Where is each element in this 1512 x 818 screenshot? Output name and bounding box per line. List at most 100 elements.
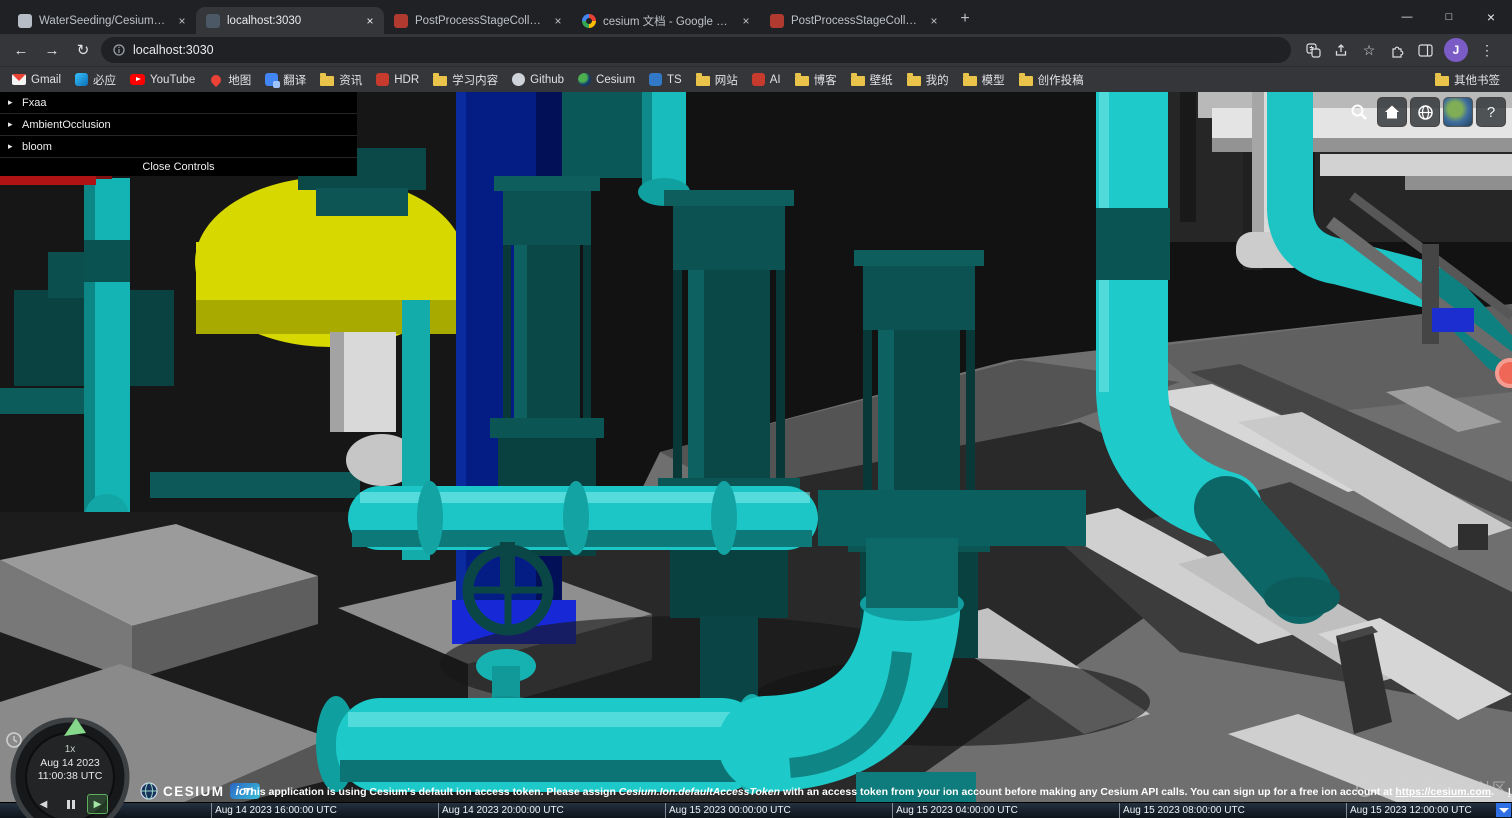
- site-info-icon[interactable]: [113, 44, 125, 56]
- bookmark-ts[interactable]: TS: [649, 73, 682, 86]
- bookmark-label: 我的: [925, 74, 949, 87]
- other-bookmarks[interactable]: 其他书签: [1435, 72, 1500, 88]
- folder-icon: [906, 73, 921, 86]
- cesium-canvas[interactable]: [0, 92, 1512, 818]
- bookmark-label: 学习内容: [452, 74, 499, 87]
- menu-icon[interactable]: ⋮: [1478, 41, 1496, 59]
- pause-button[interactable]: [60, 794, 81, 814]
- animation-widget: 1x Aug 14 2023 11:00:38 UTC ◀ ▶: [2, 714, 152, 818]
- browser-toolbar: ← → ↻ localhost:3030 ☆ J ⋮: [0, 34, 1512, 66]
- youtube-icon: [130, 74, 146, 85]
- tab-close-icon[interactable]: ×: [174, 13, 190, 29]
- minimize-button[interactable]: —: [1386, 0, 1428, 34]
- bookmark-label: TS: [667, 73, 682, 86]
- bing-icon: [75, 73, 89, 86]
- tab-waterseeding[interactable]: WaterSeeding/CesiumPostPro ×: [8, 7, 196, 34]
- credit-text: This application is using Cesium's defau…: [244, 786, 619, 798]
- globe-icon: [1417, 104, 1433, 120]
- cesium-docs-favicon: [394, 13, 408, 28]
- navigation-help-button[interactable]: ?: [1476, 97, 1506, 127]
- folder-icon: [1018, 73, 1033, 86]
- timeline-bar[interactable]: Aug 14 2023 16:00:00 UTC Aug 14 2023 20:…: [0, 802, 1512, 818]
- cesium-ion-logo[interactable]: CESIUM ion: [140, 782, 260, 800]
- credit-message: This application is using Cesium's defau…: [244, 786, 1510, 798]
- gui-panel: ▸ Fxaa ▸ AmbientOcclusion ▸ bloom Close …: [0, 92, 357, 176]
- tab-localhost[interactable]: localhost:3030 ×: [196, 7, 384, 34]
- bookmark-models-folder[interactable]: 模型: [962, 72, 1005, 88]
- bookmark-wallpaper-folder[interactable]: 壁纸: [850, 72, 893, 88]
- bookmark-news-folder[interactable]: 资讯: [320, 72, 362, 88]
- animation-buttons: ◀ ▶: [33, 794, 108, 814]
- google-favicon: [582, 13, 596, 28]
- maximize-button[interactable]: □: [1428, 0, 1470, 34]
- tab-postprocess-1[interactable]: PostProcessStageCollection - ×: [384, 7, 572, 34]
- bookmark-label: 必应: [93, 74, 117, 87]
- timeline-corner-button[interactable]: [1496, 803, 1511, 817]
- cesium-toolbar: ?: [1344, 97, 1506, 127]
- github-icon: [512, 73, 526, 86]
- back-button[interactable]: ←: [8, 37, 34, 63]
- bookmark-hdr[interactable]: HDR: [376, 73, 419, 86]
- reload-button[interactable]: ↻: [70, 37, 96, 63]
- bookmark-cesium[interactable]: Cesium: [578, 73, 635, 86]
- close-button[interactable]: ×: [1470, 0, 1512, 34]
- tab-close-icon[interactable]: ×: [738, 13, 754, 29]
- cesium-com-link[interactable]: https://cesium.com: [1395, 786, 1491, 798]
- home-button[interactable]: [1377, 97, 1407, 127]
- share-icon[interactable]: [1332, 41, 1350, 59]
- folder-icon: [1435, 73, 1449, 86]
- gui-folder-fxaa[interactable]: ▸ Fxaa: [0, 92, 357, 114]
- window-controls: — □ ×: [1386, 0, 1512, 34]
- ai-icon: [751, 73, 765, 86]
- bookmark-ai[interactable]: AI: [751, 73, 781, 86]
- bookmark-mine-folder[interactable]: 我的: [906, 72, 949, 88]
- scene-mode-button[interactable]: [1410, 97, 1440, 127]
- play-forward-button[interactable]: ▶: [87, 794, 108, 814]
- bookmark-blog-folder[interactable]: 博客: [794, 72, 837, 88]
- cesium-wordmark: CESIUM: [163, 783, 225, 799]
- tab-close-icon[interactable]: ×: [926, 13, 942, 29]
- search-icon: [1351, 104, 1367, 120]
- github-favicon: [18, 13, 32, 28]
- tab-postprocess-2[interactable]: PostProcessStageCollection - ×: [760, 7, 948, 34]
- folder-icon: [962, 73, 977, 86]
- credit-text: .: [1491, 786, 1495, 798]
- bookmark-youtube[interactable]: YouTube: [130, 74, 195, 86]
- bookmark-star-icon[interactable]: ☆: [1360, 41, 1378, 59]
- bookmark-study-folder[interactable]: 学习内容: [433, 72, 498, 88]
- side-panel-icon[interactable]: [1416, 41, 1434, 59]
- cesium-viewport: ▸ Fxaa ▸ AmbientOcclusion ▸ bloom Close …: [0, 92, 1512, 818]
- tab-close-icon[interactable]: ×: [550, 13, 566, 29]
- clock-date: Aug 14 2023: [40, 757, 100, 769]
- translate-icon[interactable]: [1304, 41, 1322, 59]
- bookmark-github[interactable]: Github: [512, 73, 564, 86]
- tab-close-icon[interactable]: ×: [362, 13, 378, 29]
- bookmark-website-folder[interactable]: 网站: [695, 72, 738, 88]
- bookmarks-bar: Gmail 必应 YouTube 地图 翻译 资讯 HDR 学习内容 Githu…: [0, 66, 1512, 92]
- forward-button[interactable]: →: [39, 37, 65, 63]
- profile-avatar[interactable]: J: [1444, 38, 1468, 62]
- bookmark-label: 网站: [714, 74, 738, 87]
- base-layer-picker-button[interactable]: [1443, 97, 1473, 127]
- bookmark-maps[interactable]: 地图: [209, 72, 251, 88]
- gui-folder-ambientocclusion[interactable]: ▸ AmbientOcclusion: [0, 114, 357, 136]
- folder-icon: [320, 73, 335, 86]
- bookmark-translate[interactable]: 翻译: [265, 72, 306, 88]
- gui-folder-label: Fxaa: [22, 96, 47, 109]
- play-reverse-button[interactable]: ◀: [33, 794, 54, 814]
- bookmark-creation-folder[interactable]: 创作投稿: [1018, 72, 1084, 88]
- tab-google-search[interactable]: cesium 文档 - Google 搜索 ×: [572, 7, 760, 34]
- gui-folder-label: AmbientOcclusion: [22, 118, 111, 131]
- new-tab-button[interactable]: +: [952, 6, 978, 32]
- extensions-icon[interactable]: [1388, 41, 1406, 59]
- gui-folder-bloom[interactable]: ▸ bloom: [0, 136, 357, 158]
- folder-icon: [433, 73, 448, 86]
- tab-label: cesium 文档 - Google 搜索: [603, 15, 731, 28]
- bookmark-gmail[interactable]: Gmail: [12, 74, 61, 86]
- data-attribution-link[interactable]: Data attribution: [1508, 786, 1510, 798]
- address-bar[interactable]: localhost:3030: [101, 37, 1291, 63]
- gui-close-controls-button[interactable]: Close Controls: [0, 158, 357, 176]
- geocoder-search-button[interactable]: [1344, 97, 1374, 127]
- bookmark-label: Gmail: [31, 73, 62, 86]
- bookmark-bing[interactable]: 必应: [75, 72, 116, 88]
